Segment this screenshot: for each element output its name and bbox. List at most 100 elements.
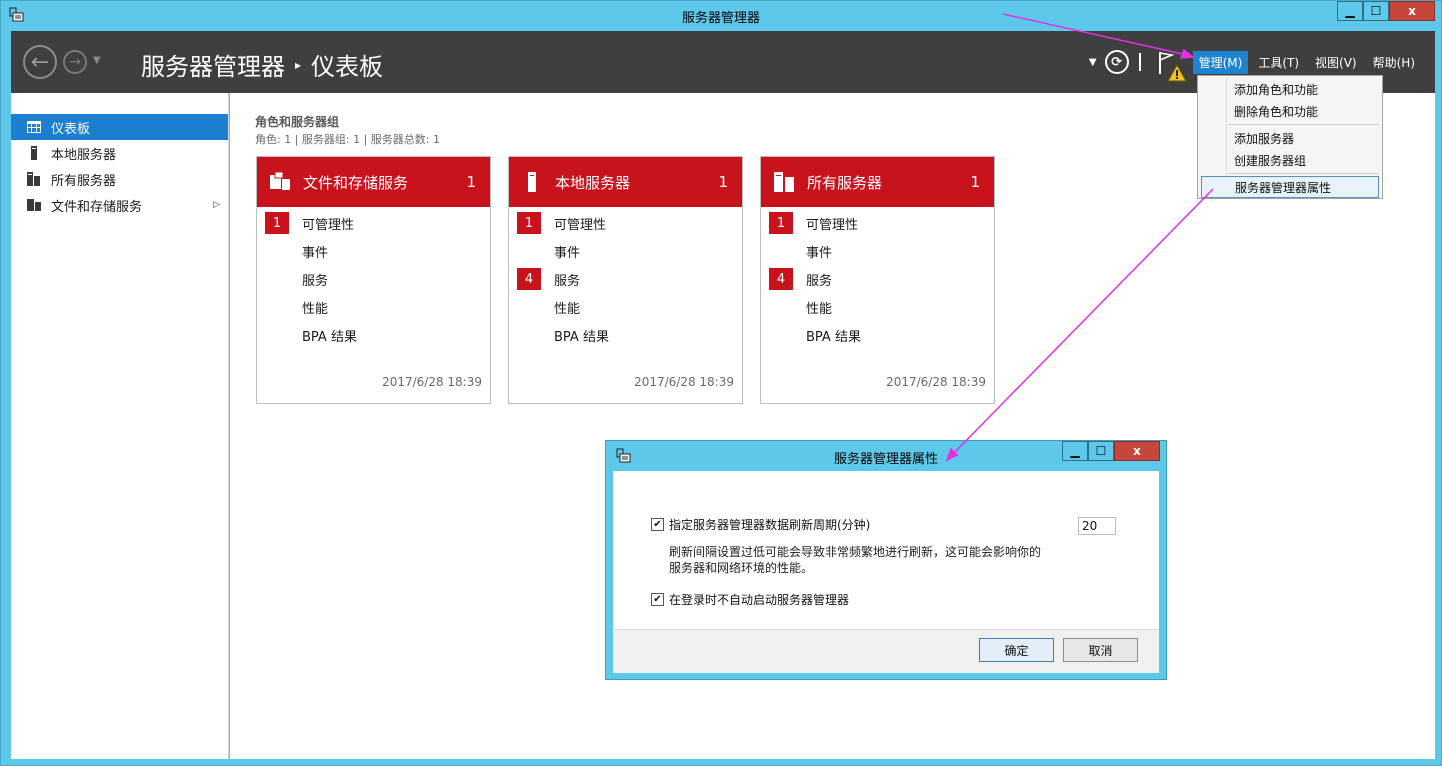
tile-header[interactable]: 文件和存储服务 1: [257, 157, 490, 207]
tile-row-performance[interactable]: 性能: [761, 293, 994, 321]
menu-item-add-servers[interactable]: 添加服务器: [1198, 127, 1382, 149]
forward-button[interactable]: →: [63, 50, 87, 74]
tile-row-manageability[interactable]: 1 可管理性: [257, 209, 490, 237]
tile-row-label: 服务: [806, 273, 833, 289]
sidebar-item-file-storage[interactable]: 文件和存储服务 ▷: [11, 192, 228, 218]
notifications-button[interactable]: [1155, 42, 1189, 82]
close-button[interactable]: x: [1389, 1, 1435, 21]
cancel-button[interactable]: 取消: [1063, 638, 1138, 662]
breadcrumb-root[interactable]: 服务器管理器: [141, 47, 285, 82]
expand-arrow-icon[interactable]: ▷: [213, 200, 220, 210]
maximize-button[interactable]: ☐: [1363, 1, 1389, 21]
divider: [1138, 53, 1141, 71]
server-icon: [27, 146, 41, 160]
file-storage-icon: [269, 171, 291, 193]
breadcrumb: 服务器管理器 ▸ 仪表板: [141, 47, 383, 82]
tile-row-bpa[interactable]: BPA 结果: [257, 321, 490, 349]
sidebar: 仪表板 本地服务器 所有服务器 文件和存储服务 ▷: [11, 93, 229, 759]
tile-row-bpa[interactable]: BPA 结果: [761, 321, 994, 349]
tile-row-manageability[interactable]: 1 可管理性: [509, 209, 742, 237]
tile-row-performance[interactable]: 性能: [257, 293, 490, 321]
menu-view[interactable]: 视图(V): [1309, 51, 1363, 74]
forward-arrow-icon: →: [69, 54, 81, 70]
sidebar-item-label: 所有服务器: [51, 173, 117, 189]
tile-row-label: 可管理性: [302, 217, 355, 233]
dashboard-icon: [27, 120, 41, 134]
header-dropdown-icon[interactable]: ▼: [1089, 57, 1097, 68]
tile-row-services[interactable]: 4 服务: [509, 265, 742, 293]
tile-row-label: BPA 结果: [302, 329, 357, 345]
sidebar-item-all-servers[interactable]: 所有服务器: [11, 166, 228, 192]
dialog-close-button[interactable]: x: [1114, 441, 1160, 461]
minimize-button[interactable]: ▁: [1337, 1, 1363, 21]
alert-badge: [769, 240, 793, 262]
alert-badge: [517, 240, 541, 262]
alert-badge: 1: [265, 212, 289, 234]
alert-badge: [265, 324, 289, 346]
no-autostart-checkbox[interactable]: ✔ 在登录时不自动启动服务器管理器: [651, 591, 849, 608]
tile-header[interactable]: 所有服务器 1: [761, 157, 994, 207]
tile-row-label: 可管理性: [806, 217, 859, 233]
tile-row-label: 服务: [554, 273, 581, 289]
tile-row-label: 可管理性: [554, 217, 607, 233]
tile-file-storage[interactable]: 文件和存储服务 1 1 可管理性 事件 服务 性能 BPA 结果 2017/6/2…: [256, 156, 491, 404]
tile-row-manageability[interactable]: 1 可管理性: [761, 209, 994, 237]
tile-row-label: 事件: [554, 245, 581, 261]
menu-item-create-server-group[interactable]: 创建服务器组: [1198, 149, 1382, 171]
dialog-titlebar[interactable]: 服务器管理器属性 ▁ ☐ x: [606, 441, 1166, 471]
tile-row-label: 性能: [302, 301, 329, 317]
sidebar-item-label: 仪表板: [51, 121, 91, 137]
tile-row-label: 事件: [302, 245, 329, 261]
tile-row-label: 性能: [806, 301, 833, 317]
menu-separator: [1228, 173, 1379, 174]
alert-badge: 1: [517, 212, 541, 234]
window-titlebar[interactable]: 服务器管理器 ▁ ☐ x: [1, 1, 1441, 31]
menu-separator: [1228, 124, 1379, 125]
tile-row-events[interactable]: 事件: [509, 237, 742, 265]
refresh-period-input[interactable]: 20: [1078, 517, 1116, 535]
tile-row-events[interactable]: 事件: [257, 237, 490, 265]
tile-row-bpa[interactable]: BPA 结果: [509, 321, 742, 349]
server-icon: [521, 171, 543, 193]
refresh-warning-line: 服务器和网络环境的性能。: [669, 561, 814, 575]
tile-timestamp: 2017/6/28 18:39: [886, 375, 986, 389]
dialog-maximize-button[interactable]: ☐: [1088, 441, 1114, 461]
menu-item-remove-roles[interactable]: 删除角色和功能: [1198, 100, 1382, 122]
tile-row-services[interactable]: 4 服务: [761, 265, 994, 293]
menu-help[interactable]: 帮助(H): [1367, 51, 1421, 74]
servers-icon: [773, 171, 795, 193]
server-manager-window: 服务器管理器 ▁ ☐ x ← → ▼ 服务器管理器 ▸ 仪表板 ▼ ⟳ 管理(M…: [0, 0, 1442, 766]
refresh-period-checkbox[interactable]: ✔ 指定服务器管理器数据刷新周期(分钟): [651, 516, 870, 533]
manage-dropdown-menu: 添加角色和功能 删除角色和功能 添加服务器 创建服务器组 服务器管理器属性: [1197, 75, 1383, 199]
menu-tools[interactable]: 工具(T): [1252, 51, 1305, 74]
tile-row-performance[interactable]: 性能: [509, 293, 742, 321]
menu-manage[interactable]: 管理(M): [1192, 50, 1249, 74]
ok-button[interactable]: 确定: [979, 638, 1054, 662]
tile-local-server[interactable]: 本地服务器 1 1 可管理性 事件 4 服务 性能 BPA 结果 2017/6/28…: [508, 156, 743, 404]
alert-badge: [769, 324, 793, 346]
tile-count: 1: [718, 173, 728, 191]
menu-item-properties[interactable]: 服务器管理器属性: [1201, 176, 1379, 198]
tile-all-servers[interactable]: 所有服务器 1 1 可管理性 事件 4 服务 性能 BPA 结果 2017/6/28…: [760, 156, 995, 404]
refresh-icon[interactable]: ⟳: [1104, 50, 1129, 74]
tile-title: 文件和存储服务: [303, 173, 409, 192]
tile-header[interactable]: 本地服务器 1: [509, 157, 742, 207]
alert-badge: [769, 296, 793, 318]
menu-item-add-roles[interactable]: 添加角色和功能: [1198, 78, 1382, 100]
history-dropdown-icon[interactable]: ▼: [93, 55, 101, 66]
tile-row-events[interactable]: 事件: [761, 237, 994, 265]
section-subtitle: 角色: 1 | 服务器组: 1 | 服务器总数: 1: [255, 133, 441, 146]
back-button[interactable]: ←: [23, 45, 57, 79]
sidebar-item-local-server[interactable]: 本地服务器: [11, 140, 228, 166]
back-arrow-icon: ←: [30, 49, 50, 75]
refresh-period-label: 指定服务器管理器数据刷新周期(分钟): [669, 518, 871, 532]
alert-badge: 4: [517, 268, 541, 290]
refresh-warning-line: 刷新间隔设置过低可能会导致非常频繁地进行刷新，这可能会影响你的: [669, 545, 1042, 559]
sidebar-item-dashboard[interactable]: 仪表板: [11, 114, 228, 140]
dialog-window-controls: ▁ ☐ x: [1062, 441, 1160, 461]
tile-count: 1: [970, 173, 980, 191]
checkmark-icon: ✔: [651, 518, 664, 531]
tile-row-services[interactable]: 服务: [257, 265, 490, 293]
dialog-minimize-button[interactable]: ▁: [1062, 441, 1088, 461]
alert-badge: [265, 296, 289, 318]
